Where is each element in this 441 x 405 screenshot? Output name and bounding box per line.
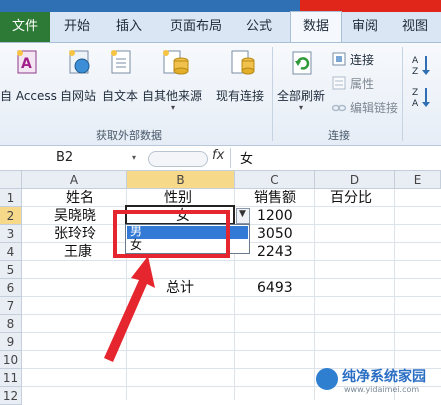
tab-page-layout[interactable]: 页面布局 [158, 12, 234, 42]
watermark-logo-icon [316, 368, 338, 390]
formula-bar: B2 ▾ fx 女 [0, 146, 441, 171]
gridline [22, 296, 441, 297]
svg-text:A: A [21, 56, 32, 72]
tab-insert[interactable]: 插入 [104, 12, 154, 42]
cell-a4[interactable]: 王康 [64, 243, 92, 261]
globe-icon [69, 50, 90, 74]
tab-file[interactable]: 文件 [0, 12, 50, 42]
cell-d1[interactable]: 百分比 [330, 189, 372, 207]
column-header-b[interactable]: B [127, 171, 235, 189]
gridline [22, 332, 441, 333]
cell-a1[interactable]: 姓名 [66, 189, 94, 207]
sort-ascending-button[interactable]: A Z [410, 53, 434, 77]
tab-data[interactable]: 数据 [290, 11, 342, 42]
watermark: 纯净系统家园 www.yidaimei.com [316, 364, 440, 398]
row-header[interactable]: 3 [0, 225, 22, 243]
row-header[interactable]: 12 [0, 387, 22, 405]
cell-a3[interactable]: 张玲玲 [54, 225, 96, 243]
cell-c6[interactable]: 6493 [257, 279, 293, 297]
properties-icon [332, 76, 346, 90]
row-header[interactable]: 2 [0, 207, 22, 225]
cell-c2[interactable]: 1200 [257, 207, 293, 225]
from-other-sources-button[interactable]: 自其他来源 ▾ [142, 49, 208, 119]
select-all-corner[interactable] [0, 171, 22, 189]
cell-c3[interactable]: 3050 [257, 225, 293, 243]
from-web-button[interactable]: 自网站 [60, 49, 100, 105]
cell-c1[interactable]: 销售额 [254, 189, 296, 207]
existing-connections-button[interactable]: 现有连接 [214, 49, 270, 105]
gridline [22, 278, 441, 279]
svg-text:A: A [412, 99, 419, 109]
row-header[interactable]: 1 [0, 189, 22, 207]
chevron-down-icon: ▼ [239, 209, 246, 219]
row-header[interactable]: 4 [0, 243, 22, 261]
group-separator [272, 47, 273, 141]
access-icon: A [17, 50, 37, 74]
chevron-down-icon: ▾ [299, 103, 304, 112]
text-file-icon [111, 50, 131, 74]
tab-review[interactable]: 审阅 [342, 12, 388, 42]
svg-text:Z: Z [412, 67, 418, 77]
group-label-connections: 连接 [328, 129, 350, 142]
row-header[interactable]: 9 [0, 333, 22, 351]
svg-text:Z: Z [412, 88, 418, 98]
chevron-down-icon: ▾ [171, 103, 176, 112]
chevron-down-icon: ▾ [132, 153, 137, 162]
refresh-icon [292, 51, 312, 75]
gridline [22, 350, 441, 351]
column-header-d[interactable]: D [315, 171, 395, 189]
database-icon [163, 50, 189, 75]
ribbon-data: A 自 Access 自网站 自文本 自其他来源 ▾ 现有连接 获取外部数据 全… [0, 43, 441, 146]
column-header-e[interactable]: E [395, 171, 441, 189]
sort-descending-button[interactable]: Z A [410, 85, 434, 109]
sort-za-icon: Z A [412, 88, 430, 109]
row-header[interactable]: 10 [0, 351, 22, 369]
cell-b6[interactable]: 总计 [166, 279, 194, 297]
formula-divider [230, 148, 231, 168]
insert-function-icon[interactable]: fx [212, 148, 224, 163]
row-header[interactable]: 7 [0, 297, 22, 315]
ribbon-tabs: 文件 开始 插入 页面布局 公式 数据 审阅 视图 [0, 11, 441, 43]
tab-view[interactable]: 视图 [392, 12, 438, 42]
group-label-external-data: 获取外部数据 [96, 129, 162, 142]
svg-text:A: A [412, 56, 419, 66]
tab-formulas[interactable]: 公式 [236, 12, 282, 42]
dropdown-arrow-button[interactable]: ▼ [236, 208, 250, 224]
row-header[interactable]: 5 [0, 261, 22, 279]
formula-bar-resize-handle[interactable] [148, 151, 208, 167]
gridline [314, 189, 315, 400]
column-header-a[interactable]: A [22, 171, 127, 189]
connections-icon [332, 52, 346, 66]
from-text-button[interactable]: 自文本 [102, 49, 142, 105]
group-separator [402, 47, 403, 141]
row-header[interactable]: 6 [0, 279, 22, 297]
name-box[interactable]: B2 ▾ [0, 148, 142, 168]
column-header-c[interactable]: C [235, 171, 315, 189]
from-access-button[interactable]: A 自 Access [0, 49, 57, 105]
sort-az-icon: A Z [412, 56, 430, 77]
tab-home[interactable]: 开始 [52, 12, 102, 42]
existing-connections-icon [231, 50, 255, 75]
formula-input[interactable]: 女 [240, 148, 253, 167]
row-header[interactable]: 11 [0, 369, 22, 387]
cell-c4[interactable]: 2243 [257, 243, 293, 261]
annotation-arrow-icon [104, 256, 155, 362]
cell-a2[interactable]: 吴晓晓 [54, 207, 96, 225]
refresh-all-button[interactable]: 全部刷新 ▾ [276, 49, 330, 119]
link-icon [332, 104, 346, 112]
gridline [22, 314, 441, 315]
row-header[interactable]: 8 [0, 315, 22, 333]
